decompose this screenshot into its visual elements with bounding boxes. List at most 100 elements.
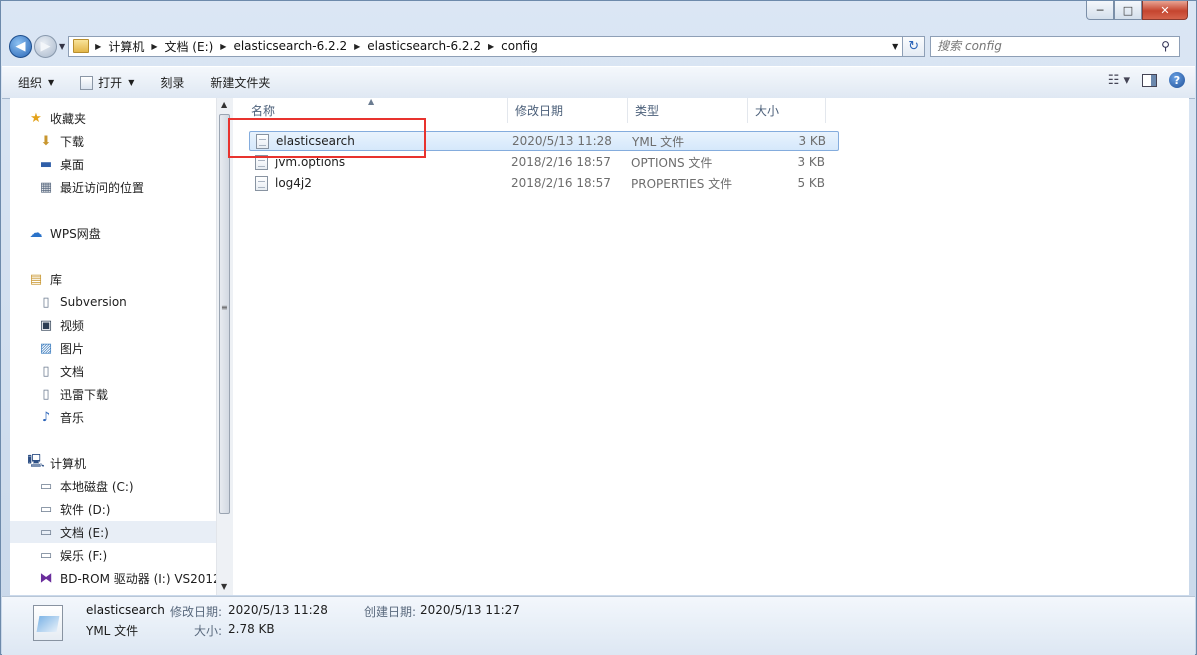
back-button[interactable]: ◀ [9, 34, 32, 58]
sidebar-item-pictures[interactable]: ▨ 图片 [10, 337, 216, 359]
details-file-type: YML 文件 [86, 624, 139, 638]
sidebar-item-libraries[interactable]: ▤ 库 [10, 268, 216, 290]
breadcrumb-es-outer[interactable]: elasticsearch-6.2.2 ▶ [233, 39, 367, 53]
sidebar-item-videos[interactable]: ▣ 视频 [10, 314, 216, 336]
file-size: 3 KB [797, 155, 825, 169]
sidebar-scrollbar[interactable]: ▲ ≡ ▼ [216, 98, 233, 595]
help-icon[interactable]: ? [1169, 72, 1185, 88]
system-drive-icon: ▭ [39, 478, 53, 494]
sidebar-item-wps[interactable]: ☁ WPS网盘 [10, 222, 216, 244]
breadcrumb-computer[interactable]: 计算机 ▶ [108, 38, 164, 55]
open-menu-button[interactable]: 打开 ▼ [70, 74, 144, 91]
preview-pane-icon[interactable] [1142, 73, 1157, 87]
desktop-icon: ▬ [39, 156, 53, 172]
picture-icon: ▨ [39, 340, 53, 356]
sidebar-item-favorites[interactable]: ★ 收藏夹 [10, 107, 216, 129]
chevron-right-icon: ▶ [354, 41, 361, 51]
library-icon: ▤ [29, 271, 43, 287]
burn-button[interactable]: 刻录 [150, 74, 194, 91]
open-file-icon [80, 75, 94, 90]
open-label: 打开 [98, 76, 123, 90]
file-row-log4j2[interactable]: log4j2 2018/2/16 18:57 PROPERTIES 文件 5 K… [249, 173, 839, 193]
sidebar-item-drive-i[interactable]: ⧓ BD-ROM 驱动器 (I:) VS2012 [10, 567, 217, 589]
document-icon: ▯ [42, 363, 50, 379]
breadcrumb-label: config [501, 39, 538, 53]
file-type: YML 文件 [632, 134, 685, 149]
details-pane: elasticsearch YML 文件 修改日期: 2020/5/13 11:… [2, 596, 1195, 655]
music-note-icon: ♪ [41, 409, 51, 425]
scrollbar-thumb[interactable] [219, 114, 230, 514]
sidebar-item-label: 下载 [60, 134, 85, 149]
file-type: OPTIONS 文件 [631, 155, 713, 170]
recent-pages-dropdown-icon[interactable]: ▼ [59, 42, 65, 51]
sidebar-item-label: 文档 [60, 364, 85, 379]
sidebar-item-label: 软件 (D:) [60, 502, 111, 517]
address-bar[interactable]: ▶ 计算机 ▶ 文档 (E:) ▶ elasticsearch-6.2.2 ▶ ela… [68, 35, 904, 57]
scroll-down-icon[interactable]: ▼ [221, 582, 227, 591]
download-library-icon: ▯ [42, 386, 50, 402]
new-folder-label: 新建文件夹 [210, 76, 271, 90]
file-size: 5 KB [797, 176, 825, 190]
chevron-right-icon: ▶ [95, 41, 102, 51]
minimize-button[interactable]: ─ [1086, 1, 1114, 20]
change-view-icon[interactable]: ☷ ▾ [1108, 73, 1130, 88]
organize-menu-button[interactable]: 组织 ▼ [8, 74, 64, 91]
search-input[interactable] [931, 38, 1162, 54]
search-icon[interactable]: ⚲ [1161, 39, 1179, 53]
breadcrumb-config[interactable]: config [501, 39, 538, 53]
sidebar-item-label: 音乐 [60, 410, 85, 425]
sidebar-item-label: 库 [50, 272, 63, 287]
sidebar-item-subversion[interactable]: ▯ Subversion [10, 291, 216, 313]
file-name-cell: log4j2 [249, 175, 511, 191]
scroll-up-icon[interactable]: ▲ [221, 100, 227, 109]
star-icon: ★ [30, 110, 42, 126]
sidebar-item-label: 迅雷下载 [60, 387, 109, 402]
file-date: 2020/5/13 11:28 [512, 134, 612, 148]
details-size-value: 2.78 KB [228, 622, 275, 636]
details-created-label: 创建日期: [364, 605, 417, 619]
breadcrumb-es-inner[interactable]: elasticsearch-6.2.2 ▶ [367, 39, 501, 53]
column-header-size[interactable]: 大小 [748, 98, 826, 123]
details-modified-label: 修改日期: [170, 605, 223, 619]
address-history-dropdown-icon[interactable]: ▼ [888, 42, 902, 51]
drive-icon: ▭ [39, 524, 53, 540]
sidebar-item-drive-f[interactable]: ▭ 娱乐 (F:) [10, 544, 216, 566]
file-preview-icon [33, 605, 63, 641]
close-button[interactable]: ✕ [1142, 1, 1188, 20]
sidebar-item-xunlei[interactable]: ▯ 迅雷下载 [10, 383, 216, 405]
breadcrumb-drive-e[interactable]: 文档 (E:) ▶ [164, 38, 233, 55]
explorer-window: ─ □ ✕ ◀ ▶ ▼ ▶ 计算机 ▶ 文档 (E:) ▶ elasticsearc… [0, 0, 1197, 655]
file-list-pane: ▲ 名称 修改日期 类型 大小 elasticsearch 2020/5/13 1… [233, 97, 1189, 595]
column-header-label: 修改日期 [515, 104, 564, 118]
folder-icon [73, 39, 90, 53]
cloud-icon: ☁ [29, 225, 43, 241]
burn-label: 刻录 [160, 76, 185, 90]
file-size: 3 KB [798, 134, 826, 148]
new-folder-button[interactable]: 新建文件夹 [200, 74, 280, 91]
maximize-button[interactable]: □ [1114, 1, 1142, 20]
column-header-type[interactable]: 类型 [628, 98, 748, 123]
search-box[interactable]: ⚲ [930, 35, 1181, 57]
sidebar-item-recent[interactable]: ▦ 最近访问的位置 [10, 176, 216, 198]
sidebar-item-drive-d[interactable]: ▭ 软件 (D:) [10, 498, 216, 520]
breadcrumb-label: elasticsearch-6.2.2 [367, 39, 481, 53]
visual-studio-icon: ⧓ [39, 570, 53, 586]
sidebar-item-music[interactable]: ♪ 音乐 [10, 406, 216, 428]
file-date: 2018/2/16 18:57 [511, 176, 611, 190]
breadcrumb-label: elasticsearch-6.2.2 [233, 39, 348, 53]
sidebar-item-desktop[interactable]: ▬ 桌面 [10, 153, 216, 175]
scrollbar-grip-icon: ≡ [221, 303, 228, 312]
sidebar-item-downloads[interactable]: ⬇ 下载 [10, 130, 216, 152]
breadcrumb-root-arrow[interactable]: ▶ [95, 42, 108, 51]
refresh-button[interactable]: ↻ [903, 35, 926, 57]
sidebar-item-drive-e[interactable]: ▭ 文档 (E:) [10, 521, 216, 543]
column-header-date[interactable]: 修改日期 [508, 98, 628, 123]
sidebar-item-documents[interactable]: ▯ 文档 [10, 360, 216, 382]
chevron-right-icon: ▶ [151, 41, 158, 51]
forward-button[interactable]: ▶ [34, 34, 57, 58]
video-icon: ▣ [39, 317, 53, 333]
sidebar-item-drive-c[interactable]: ▭ 本地磁盘 (C:) [10, 475, 216, 497]
drive-icon: ▭ [39, 547, 53, 563]
navigation-pane: ★ 收藏夹 ⬇ 下载 ▬ 桌面 ▦ 最近访问的位置 ☁ WPS网盘 ▤ 库 ▯ Subvers… [10, 98, 216, 595]
sidebar-item-computer[interactable]: 🖳 计算机 [10, 452, 216, 474]
